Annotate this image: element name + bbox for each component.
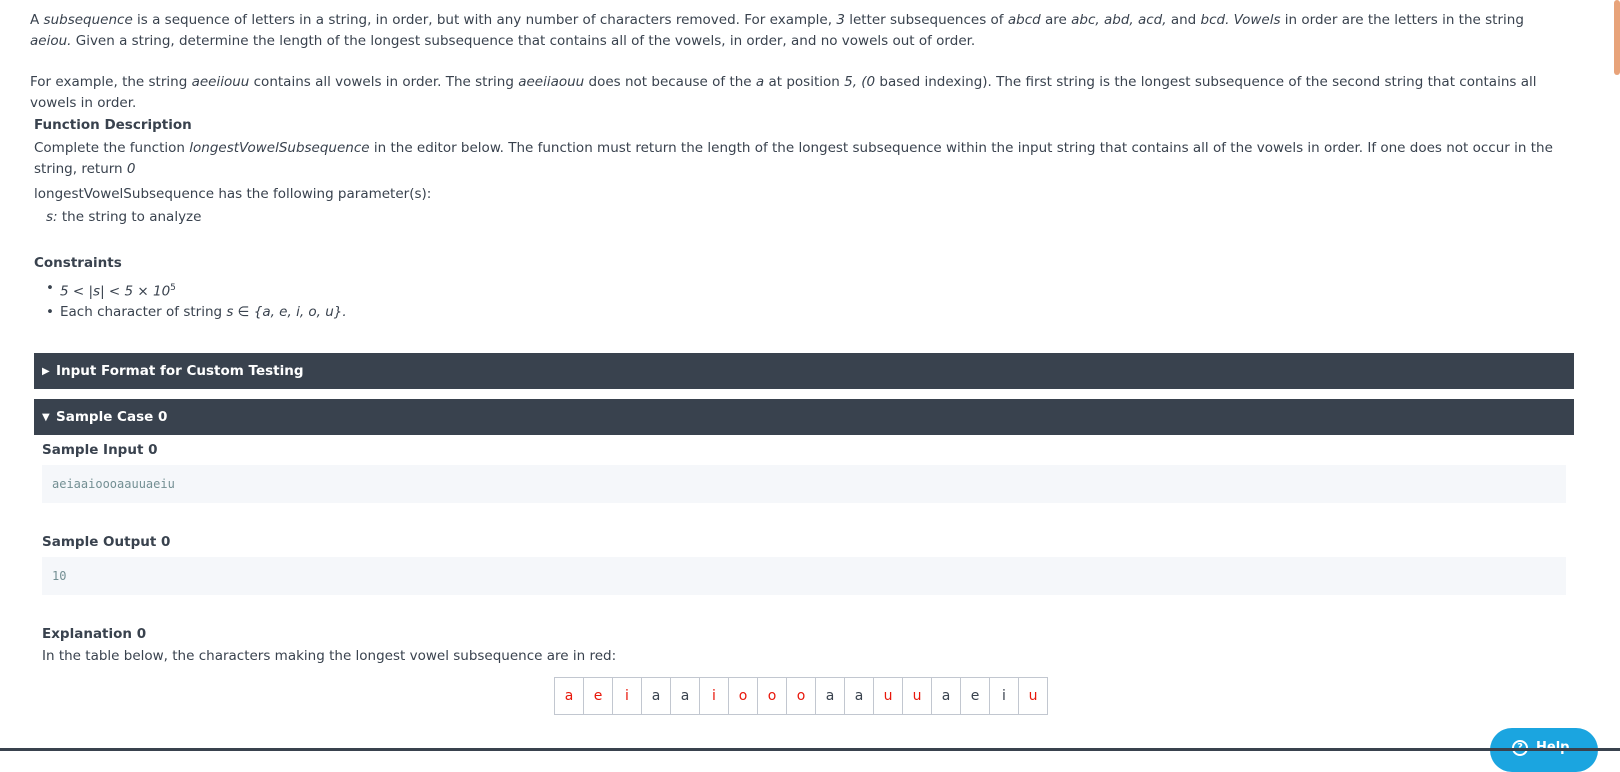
char-cell: a — [815, 677, 845, 715]
caret-right-icon: ▶ — [42, 365, 50, 377]
function-description-text: Complete the function longestVowelSubseq… — [34, 140, 1553, 177]
char-table: aeiaaioooaauuaeiu — [554, 677, 1048, 715]
scrollbar-thumb[interactable] — [1614, 0, 1620, 75]
constraints-heading: Constraints — [34, 255, 122, 271]
explanation-text: In the table below, the characters makin… — [42, 648, 617, 664]
function-description-heading: Function Description — [34, 117, 192, 133]
accordion-sample-case-label: Sample Case 0 — [56, 409, 168, 425]
problem-statement: A subsequence is a sequence of letters i… — [0, 0, 1620, 772]
char-table-row: aeiaaioooaauuaeiu — [554, 677, 1048, 715]
char-cell: u — [902, 677, 932, 715]
accordion-input-format-label: Input Format for Custom Testing — [56, 363, 304, 379]
char-cell: o — [728, 677, 758, 715]
char-cell: i — [612, 677, 642, 715]
char-cell: i — [989, 677, 1019, 715]
constraint-length: 5 < |s| < 5 × 105 — [46, 276, 347, 300]
accordion-sample-case[interactable]: ▼ Sample Case 0 — [34, 399, 1574, 435]
sample-input-label: Sample Input 0 — [42, 442, 158, 458]
intro-paragraph-2: For example, the string aeeiiouu contain… — [30, 74, 1537, 111]
char-cell: a — [931, 677, 961, 715]
parameter-s: s: the string to analyze — [46, 209, 202, 225]
sample-output-box: 10 — [42, 557, 1566, 595]
parameters-line: longestVowelSubsequence has the followin… — [34, 186, 432, 202]
char-cell: e — [960, 677, 990, 715]
char-cell: a — [844, 677, 874, 715]
char-cell: a — [554, 677, 584, 715]
sample-input-box: aeiaaioooaauuaeiu — [42, 465, 1566, 503]
char-cell: o — [757, 677, 787, 715]
explanation-heading: Explanation 0 — [42, 626, 147, 642]
char-cell: a — [641, 677, 671, 715]
char-cell: o — [786, 677, 816, 715]
char-cell: a — [670, 677, 700, 715]
char-cell: u — [873, 677, 903, 715]
accordion-input-format[interactable]: ▶ Input Format for Custom Testing — [34, 353, 1574, 389]
constraints-list: 5 < |s| < 5 × 105 Each character of stri… — [46, 276, 347, 324]
intro-paragraph-1: A subsequence is a sequence of letters i… — [30, 12, 1524, 49]
char-cell: e — [583, 677, 613, 715]
constraint-chars: Each character of string s ∈ {a, e, i, o… — [46, 300, 347, 324]
sample-output-label: Sample Output 0 — [42, 534, 171, 550]
char-cell: u — [1018, 677, 1048, 715]
char-cell: i — [699, 677, 729, 715]
caret-down-icon: ▼ — [42, 411, 50, 423]
